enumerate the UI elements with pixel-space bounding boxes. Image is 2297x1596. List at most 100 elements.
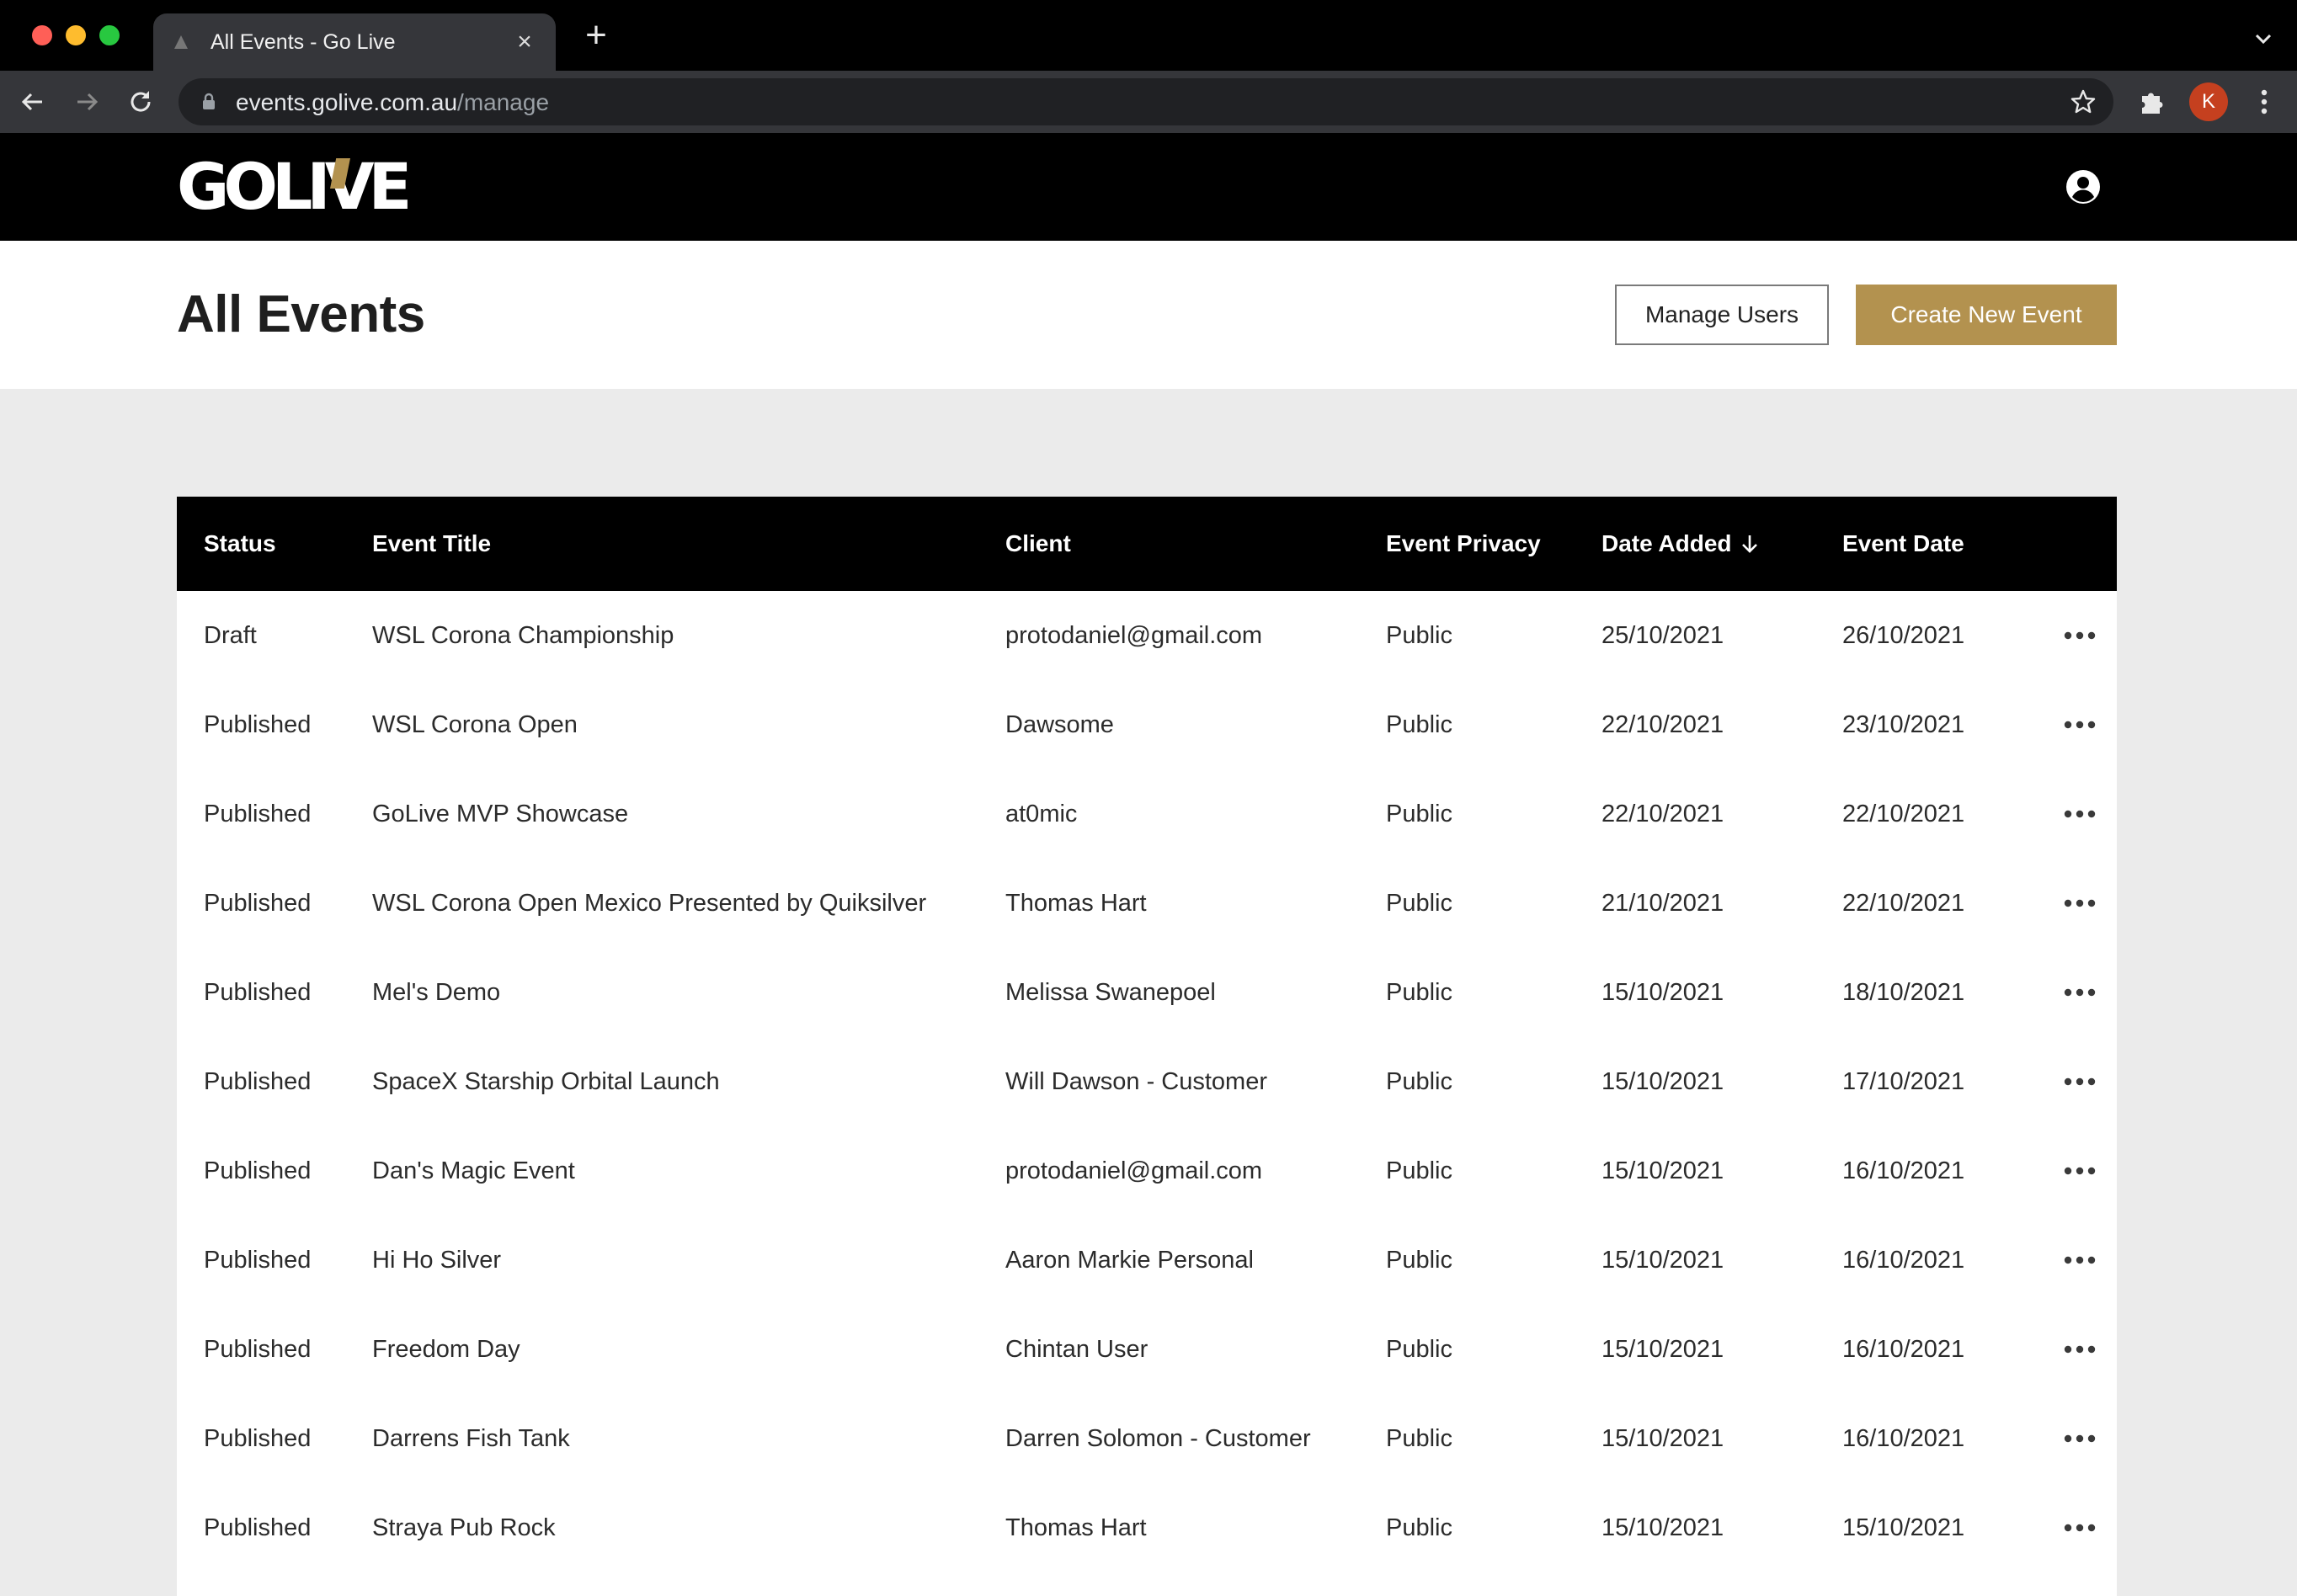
more-options-icon[interactable] bbox=[2061, 808, 2098, 820]
profile-avatar[interactable]: K bbox=[2189, 82, 2228, 121]
column-header-event-date[interactable]: Event Date bbox=[1815, 497, 2014, 591]
table-row[interactable]: Published Darrens Fish Tank Darren Solom… bbox=[177, 1394, 2117, 1483]
column-header-event-privacy[interactable]: Event Privacy bbox=[1359, 497, 1575, 591]
cell-event-title[interactable]: WSL Corona Championship bbox=[345, 591, 978, 680]
cell-event-date: 22/10/2021 bbox=[1842, 889, 1965, 917]
window-maximize-button[interactable] bbox=[99, 25, 120, 45]
more-options-icon[interactable] bbox=[2061, 719, 2098, 731]
address-bar[interactable]: events.golive.com.au/manage bbox=[179, 78, 2113, 125]
tab-search-chevron-icon[interactable] bbox=[2246, 22, 2280, 56]
table-row[interactable]: Published Mel's Demo Melissa Swanepoel P… bbox=[177, 948, 2117, 1037]
cell-status: Published bbox=[204, 978, 312, 1006]
cell-actions bbox=[2014, 1305, 2117, 1394]
create-new-event-button[interactable]: Create New Event bbox=[1856, 285, 2117, 345]
cell-date-added: 21/10/2021 bbox=[1602, 889, 1724, 917]
browser-toolbar: events.golive.com.au/manage K bbox=[0, 71, 2297, 133]
back-arrow-icon[interactable] bbox=[15, 84, 51, 120]
cell-event-date: 23/10/2021 bbox=[1842, 710, 1965, 738]
cell-client: Melissa Swanepoel bbox=[1005, 978, 1216, 1006]
table-row[interactable]: Published Freedom Day Chintan User Publi… bbox=[177, 1305, 2117, 1394]
table-row[interactable]: Published SpaceX Starship Orbital Launch… bbox=[177, 1037, 2117, 1126]
cell-date-added: 15/10/2021 bbox=[1602, 978, 1724, 1006]
cell-client: Will Dawson - Customer bbox=[1005, 1067, 1267, 1095]
cell-status: Published bbox=[204, 800, 312, 827]
manage-users-button[interactable]: Manage Users bbox=[1615, 285, 1829, 345]
table-row[interactable]: Published Hi Ho Silver Aaron Markie Pers… bbox=[177, 1216, 2117, 1305]
cell-event-title[interactable]: WSL Corona Open bbox=[345, 680, 978, 769]
cell-event-title[interactable]: SpaceX Starship Orbital Launch bbox=[345, 1037, 978, 1126]
cell-date-added: 22/10/2021 bbox=[1602, 710, 1724, 738]
cell-status: Published bbox=[204, 1157, 312, 1184]
cell-actions bbox=[2014, 1037, 2117, 1126]
more-options-icon[interactable] bbox=[2061, 1165, 2098, 1177]
cell-client: Thomas Hart bbox=[1005, 889, 1147, 917]
cell-event-title[interactable]: WSL Corona Open Mexico Presented by Quik… bbox=[345, 859, 978, 948]
cell-date-added: 15/10/2021 bbox=[1602, 1157, 1724, 1184]
table-row[interactable]: Published Dan's Magic Event protodaniel@… bbox=[177, 1126, 2117, 1216]
column-header-client[interactable]: Client bbox=[978, 497, 1359, 591]
table-row[interactable]: Published GoLive MVP Showcase at0mic Pub… bbox=[177, 769, 2117, 859]
more-options-icon[interactable] bbox=[2061, 1254, 2098, 1266]
cell-actions bbox=[2014, 591, 2117, 680]
cell-event-date: 17/10/2021 bbox=[1842, 1067, 1965, 1095]
cell-status: Published bbox=[204, 1514, 312, 1541]
new-tab-button[interactable]: + bbox=[579, 17, 613, 54]
cell-status: Draft bbox=[204, 621, 257, 649]
cell-client: protodaniel@gmail.com bbox=[1005, 621, 1263, 649]
cell-event-title[interactable]: Freedom Day bbox=[345, 1305, 978, 1394]
window-close-button[interactable] bbox=[32, 25, 52, 45]
cell-event-title[interactable]: Darrens Fish Tank bbox=[345, 1394, 978, 1483]
cell-actions bbox=[2014, 769, 2117, 859]
reload-icon[interactable] bbox=[123, 84, 158, 120]
url-path: /manage bbox=[457, 89, 550, 115]
cell-actions bbox=[2014, 1126, 2117, 1216]
more-options-icon[interactable] bbox=[2061, 1343, 2098, 1355]
forward-arrow-icon[interactable] bbox=[69, 84, 104, 120]
table-row[interactable]: Published WSL Corona Open Dawsome Public… bbox=[177, 680, 2117, 769]
column-header-actions bbox=[2014, 497, 2117, 591]
more-options-icon[interactable] bbox=[2061, 1433, 2098, 1444]
more-options-icon[interactable] bbox=[2061, 987, 2098, 998]
cell-event-title[interactable]: Straya Pub Rock bbox=[345, 1483, 978, 1572]
column-header-status[interactable]: Status bbox=[177, 497, 345, 591]
cell-date-added: 15/10/2021 bbox=[1602, 1424, 1724, 1452]
table-row[interactable]: Published Straya Pub Rock Thomas Hart Pu… bbox=[177, 1483, 2117, 1572]
table-header-row: Status Event Title Client Event Privacy … bbox=[177, 497, 2117, 591]
cell-event-privacy: Public bbox=[1386, 1424, 1452, 1452]
more-options-icon[interactable] bbox=[2061, 630, 2098, 641]
cell-event-title[interactable]: GoLive MVP Showcase bbox=[345, 769, 978, 859]
browser-tab-strip: All Events - Go Live × + bbox=[0, 0, 2297, 71]
cell-event-title[interactable]: Mel's Demo bbox=[345, 948, 978, 1037]
cell-event-title[interactable]: Dan's Magic Event bbox=[345, 1126, 978, 1216]
cell-event-date: 16/10/2021 bbox=[1842, 1157, 1965, 1184]
user-account-icon[interactable] bbox=[2065, 168, 2102, 205]
cell-date-added: 15/10/2021 bbox=[1602, 1246, 1724, 1274]
column-header-event-title[interactable]: Event Title bbox=[345, 497, 978, 591]
cell-status: Published bbox=[204, 1246, 312, 1274]
more-options-icon[interactable] bbox=[2061, 1076, 2098, 1088]
more-options-icon[interactable] bbox=[2061, 1522, 2098, 1534]
cell-event-date: 18/10/2021 bbox=[1842, 978, 1965, 1006]
more-options-icon[interactable] bbox=[2061, 897, 2098, 909]
cell-actions bbox=[2014, 1483, 2117, 1572]
extensions-puzzle-icon[interactable] bbox=[2135, 86, 2167, 118]
table-row[interactable]: Published WSL Corona Open Mexico Present… bbox=[177, 859, 2117, 948]
tab-close-icon[interactable]: × bbox=[512, 28, 537, 56]
browser-menu-icon[interactable] bbox=[2246, 84, 2282, 120]
cell-client: Thomas Hart bbox=[1005, 1514, 1147, 1541]
page-title-bar: All Events Manage Users Create New Event bbox=[0, 241, 2297, 389]
cell-client: Darren Solomon - Customer bbox=[1005, 1424, 1311, 1452]
cell-status: Published bbox=[204, 1424, 312, 1452]
cell-event-date: 16/10/2021 bbox=[1842, 1246, 1965, 1274]
browser-tab-active[interactable]: All Events - Go Live × bbox=[153, 13, 556, 71]
golive-favicon-icon bbox=[172, 33, 190, 51]
cell-actions bbox=[2014, 1216, 2117, 1305]
window-minimize-button[interactable] bbox=[66, 25, 86, 45]
column-header-date-added[interactable]: Date Added bbox=[1575, 497, 1815, 591]
table-row[interactable]: Draft WSL Corona Championship protodanie… bbox=[177, 591, 2117, 680]
bookmark-star-icon[interactable] bbox=[2070, 88, 2097, 115]
cell-actions bbox=[2014, 859, 2117, 948]
golive-logo[interactable]: GOLIVE bbox=[177, 155, 412, 219]
cell-event-title[interactable]: Hi Ho Silver bbox=[345, 1216, 978, 1305]
cell-actions bbox=[2014, 680, 2117, 769]
